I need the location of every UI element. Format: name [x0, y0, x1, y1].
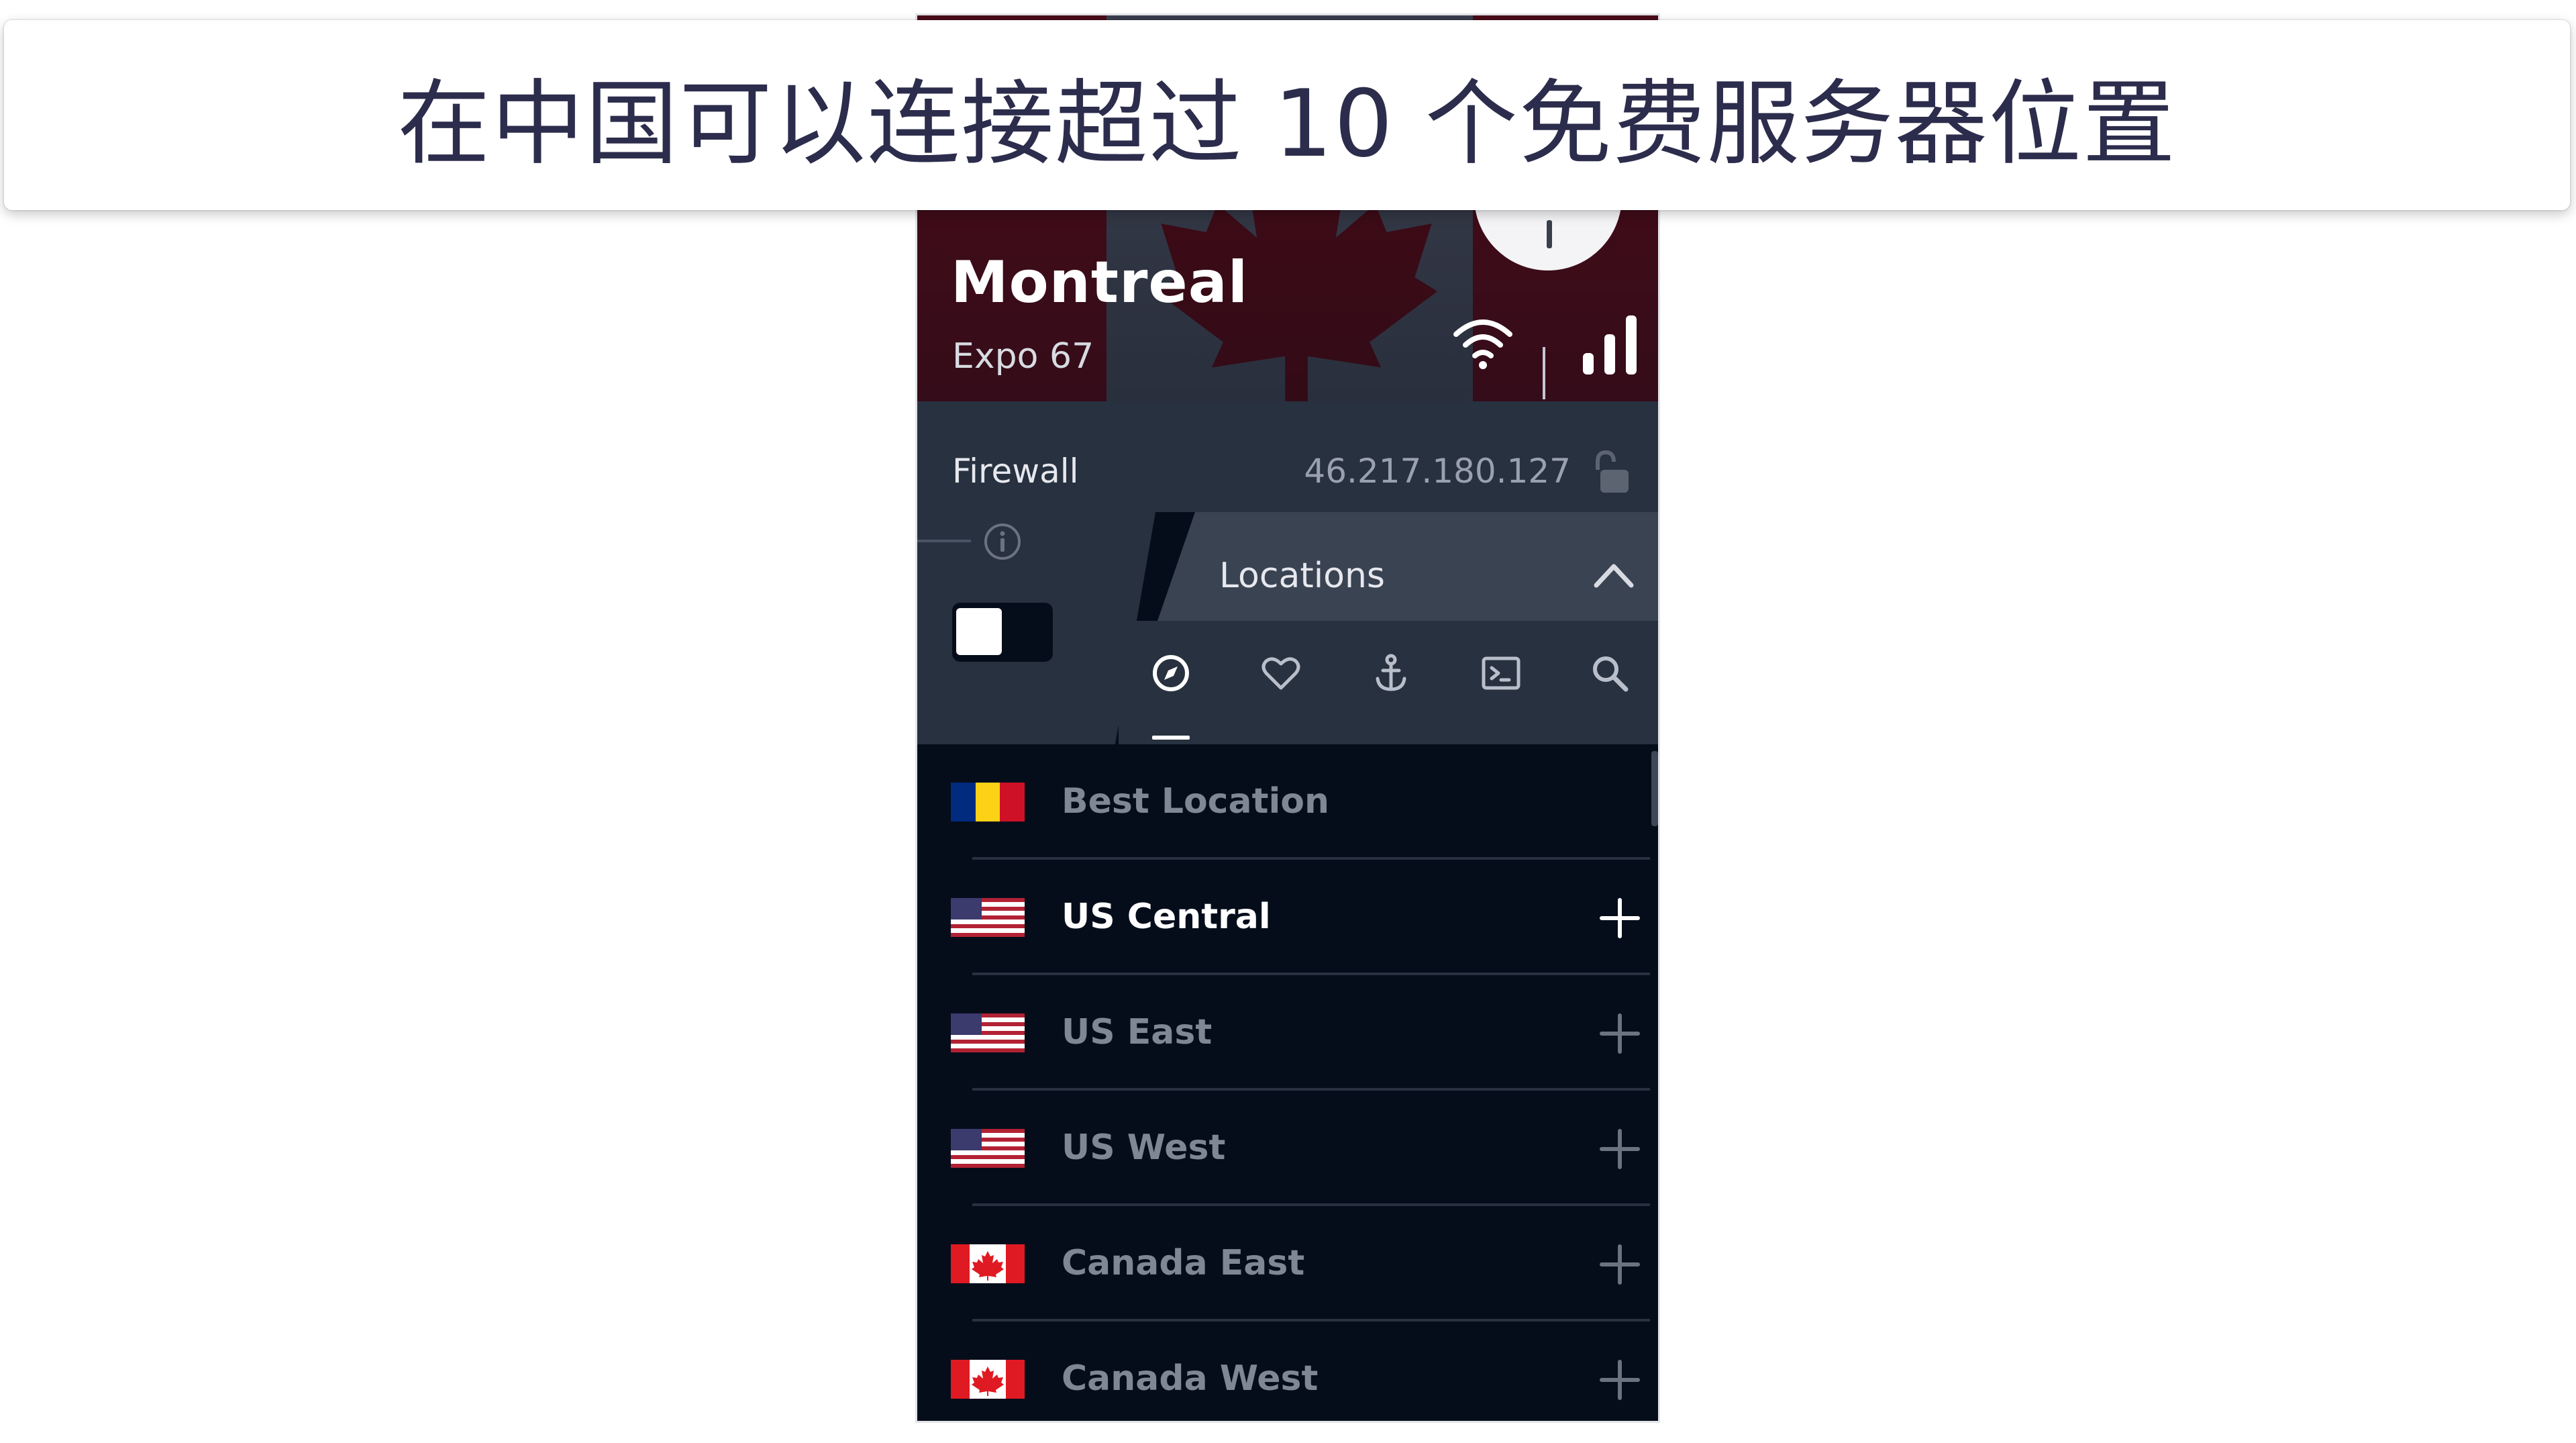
caption-text: 在中国可以连接超过 10 个免费服务器位置 — [397, 69, 2177, 178]
search-icon[interactable] — [1588, 652, 1631, 695]
location-label: Best Location — [1062, 781, 1330, 822]
plus-icon[interactable] — [1599, 1244, 1641, 1285]
firewall-label: Firewall — [952, 452, 1079, 491]
plus-icon[interactable] — [1599, 897, 1641, 939]
location-label: US East — [1062, 1012, 1213, 1052]
locations-list: Best Location US Central US East US West… — [917, 744, 1658, 1421]
usa-flag-icon — [951, 1129, 1025, 1168]
compass-icon[interactable] — [1149, 652, 1192, 695]
ip-address: 46.217.180.127 — [1304, 452, 1571, 491]
unlock-icon — [1596, 450, 1629, 493]
romania-flag-icon — [951, 783, 1025, 822]
plus-icon[interactable] — [1599, 1128, 1641, 1170]
location-label: Canada East — [1062, 1243, 1305, 1283]
anchor-icon[interactable] — [1370, 652, 1412, 695]
canada-flag-icon — [951, 1244, 1025, 1283]
power-icon — [1547, 220, 1552, 248]
list-item[interactable]: Canada East — [917, 1206, 1658, 1322]
usa-flag-icon — [951, 1013, 1025, 1052]
wifi-icon — [1453, 319, 1512, 369]
list-item[interactable]: US Central — [917, 860, 1658, 975]
stage: Montreal Expo 67 Firewall 46.217.180.127 — [0, 0, 2576, 1443]
plus-icon[interactable] — [1599, 1013, 1641, 1054]
canada-flag-icon — [951, 1360, 1025, 1399]
signal-bars-icon — [1583, 315, 1637, 375]
list-item[interactable]: Canada West — [917, 1322, 1658, 1421]
list-item[interactable]: US East — [917, 975, 1658, 1091]
active-tab-indicator — [1152, 736, 1190, 740]
plus-icon[interactable] — [1599, 1359, 1641, 1401]
vpn-app-window: Montreal Expo 67 Firewall 46.217.180.127 — [915, 13, 1660, 1423]
location-label: US Central — [1062, 897, 1271, 937]
chevron-up-icon[interactable] — [1592, 561, 1635, 589]
connected-city: Montreal — [951, 249, 1249, 316]
caption-banner: 在中国可以连接超过 10 个免费服务器位置 — [4, 20, 2570, 210]
heart-icon[interactable] — [1259, 652, 1302, 695]
firewall-toggle[interactable] — [952, 603, 1053, 662]
location-label: Canada West — [1062, 1358, 1319, 1399]
connected-server: Expo 67 — [952, 336, 1094, 377]
list-item[interactable]: US West — [917, 1091, 1658, 1206]
terminal-icon[interactable] — [1480, 652, 1523, 695]
usa-flag-icon — [951, 898, 1025, 937]
list-item[interactable]: Best Location — [917, 744, 1658, 860]
info-icon[interactable] — [983, 522, 1022, 561]
location-label: US West — [1062, 1128, 1226, 1168]
settings-panel: Firewall 46.217.180.127 Locations — [917, 401, 1658, 744]
locations-title: Locations — [1219, 556, 1386, 596]
